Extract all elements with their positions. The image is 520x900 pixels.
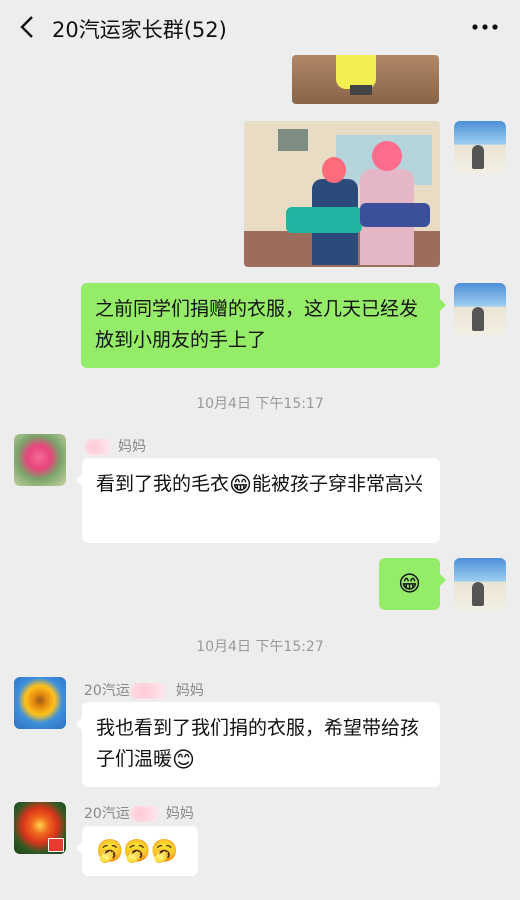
- message-bubble-other[interactable]: 我也看到了我们捐的衣服，希望带给孩子们温暖😊: [76, 702, 440, 787]
- blurred-name: [129, 683, 176, 699]
- chat-title: 20汽运家长群(52): [52, 18, 227, 42]
- message-bubble-self[interactable]: 😁: [379, 558, 446, 610]
- message-bubble-other[interactable]: 看到了我的毛衣😁能被孩子穿非常高兴: [76, 458, 440, 543]
- photo-message-top[interactable]: [292, 55, 439, 104]
- grin-emoji: 😁: [398, 572, 421, 597]
- sender-name: 20汽运 妈妈: [84, 683, 204, 699]
- avatar-sunflower[interactable]: [14, 677, 66, 729]
- message-text: 之前同学们捐赠的衣服，这几天已经发放到小朋友的手上了: [95, 298, 419, 351]
- timestamp: 10月4日 下午15:17: [196, 396, 324, 412]
- avatar-self[interactable]: [454, 558, 506, 610]
- yawn-emoji: 🥱🥱🥱: [96, 839, 179, 864]
- message-bubble-self[interactable]: 之前同学们捐赠的衣服，这几天已经发放到小朋友的手上了: [81, 283, 446, 368]
- grin-emoji: 😁: [229, 473, 252, 498]
- avatar-self[interactable]: [454, 283, 506, 335]
- avatar-pink-flower[interactable]: [14, 434, 66, 486]
- avatar-red-flower[interactable]: [14, 802, 66, 854]
- chat-header: 20汽运家长群(52): [0, 0, 520, 55]
- sender-name: 妈妈: [84, 436, 146, 456]
- avatar-self[interactable]: [454, 121, 506, 173]
- back-chevron-icon[interactable]: [16, 14, 42, 40]
- timestamp: 10月4日 下午15:27: [196, 639, 324, 655]
- sender-name: 20汽运 妈妈: [84, 806, 194, 822]
- photo-message-children[interactable]: [244, 121, 440, 267]
- blurred-name: [84, 439, 118, 455]
- more-dots-icon[interactable]: [470, 14, 500, 40]
- blurred-name: [129, 806, 166, 822]
- smile-emoji: 😊: [172, 748, 195, 773]
- message-bubble-other[interactable]: 🥱🥱🥱: [76, 826, 198, 876]
